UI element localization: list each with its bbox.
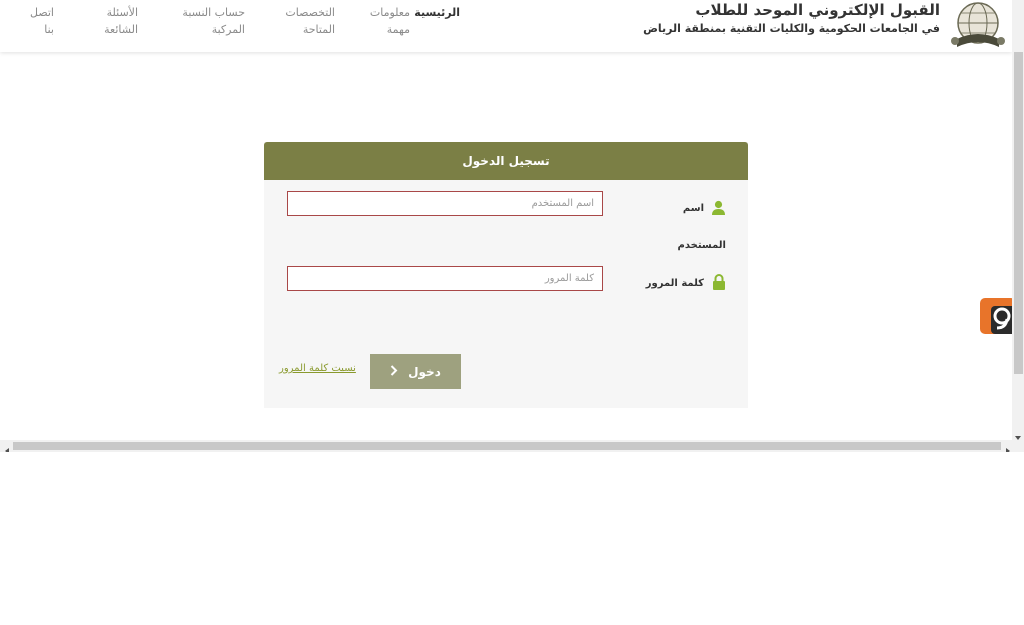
vertical-scrollbar-thumb[interactable] — [1014, 52, 1023, 374]
password-input[interactable] — [287, 266, 603, 291]
nav-available-majors[interactable]: التخصصات المتاحة — [285, 4, 335, 38]
scroll-left-arrow-icon[interactable] — [2, 441, 12, 454]
nav-composite-score[interactable]: حساب النسبة المركبة — [182, 4, 245, 38]
site-title: القبول الإلكتروني الموحد للطلاب — [695, 1, 940, 19]
nav-important-info[interactable]: معلومات مهمة — [370, 4, 410, 38]
login-button-label: دخول — [408, 364, 441, 379]
password-label: كلمة المرور — [645, 278, 704, 289]
nav-home[interactable]: الرئيسية — [414, 4, 460, 21]
login-button[interactable]: دخول — [370, 354, 461, 389]
login-heading: تسجيل الدخول — [264, 142, 748, 180]
nav-contact[interactable]: اتصل بنا — [30, 4, 54, 38]
chevron-right-icon — [390, 364, 398, 379]
lock-icon — [712, 274, 726, 294]
page-viewport: القبول الإلكتروني الموحد للطلاب في الجام… — [0, 0, 1012, 440]
site-subtitle: في الجامعات الحكومية والكليات التقنية بم… — [643, 22, 940, 35]
username-input[interactable] — [287, 191, 603, 216]
site-header: القبول الإلكتروني الموحد للطلاب في الجام… — [0, 0, 1012, 52]
logo-emblem-icon[interactable] — [945, 1, 1007, 51]
horizontal-scrollbar-thumb[interactable] — [13, 442, 1001, 450]
scroll-right-arrow-icon[interactable] — [1003, 441, 1013, 454]
user-icon — [711, 200, 726, 219]
username-label-line1: اسم — [682, 203, 704, 214]
login-card: تسجيل الدخول اسم المستخدم كلمة المرور دخ… — [264, 142, 748, 408]
forgot-password-link[interactable]: نسيت كلمة المرور — [279, 363, 356, 374]
blank-area — [0, 452, 1024, 625]
scroll-down-arrow-icon[interactable] — [1013, 428, 1023, 440]
username-label-line2: المستخدم — [677, 240, 726, 251]
nav-faq[interactable]: الأسئلة الشائعة — [104, 4, 138, 38]
